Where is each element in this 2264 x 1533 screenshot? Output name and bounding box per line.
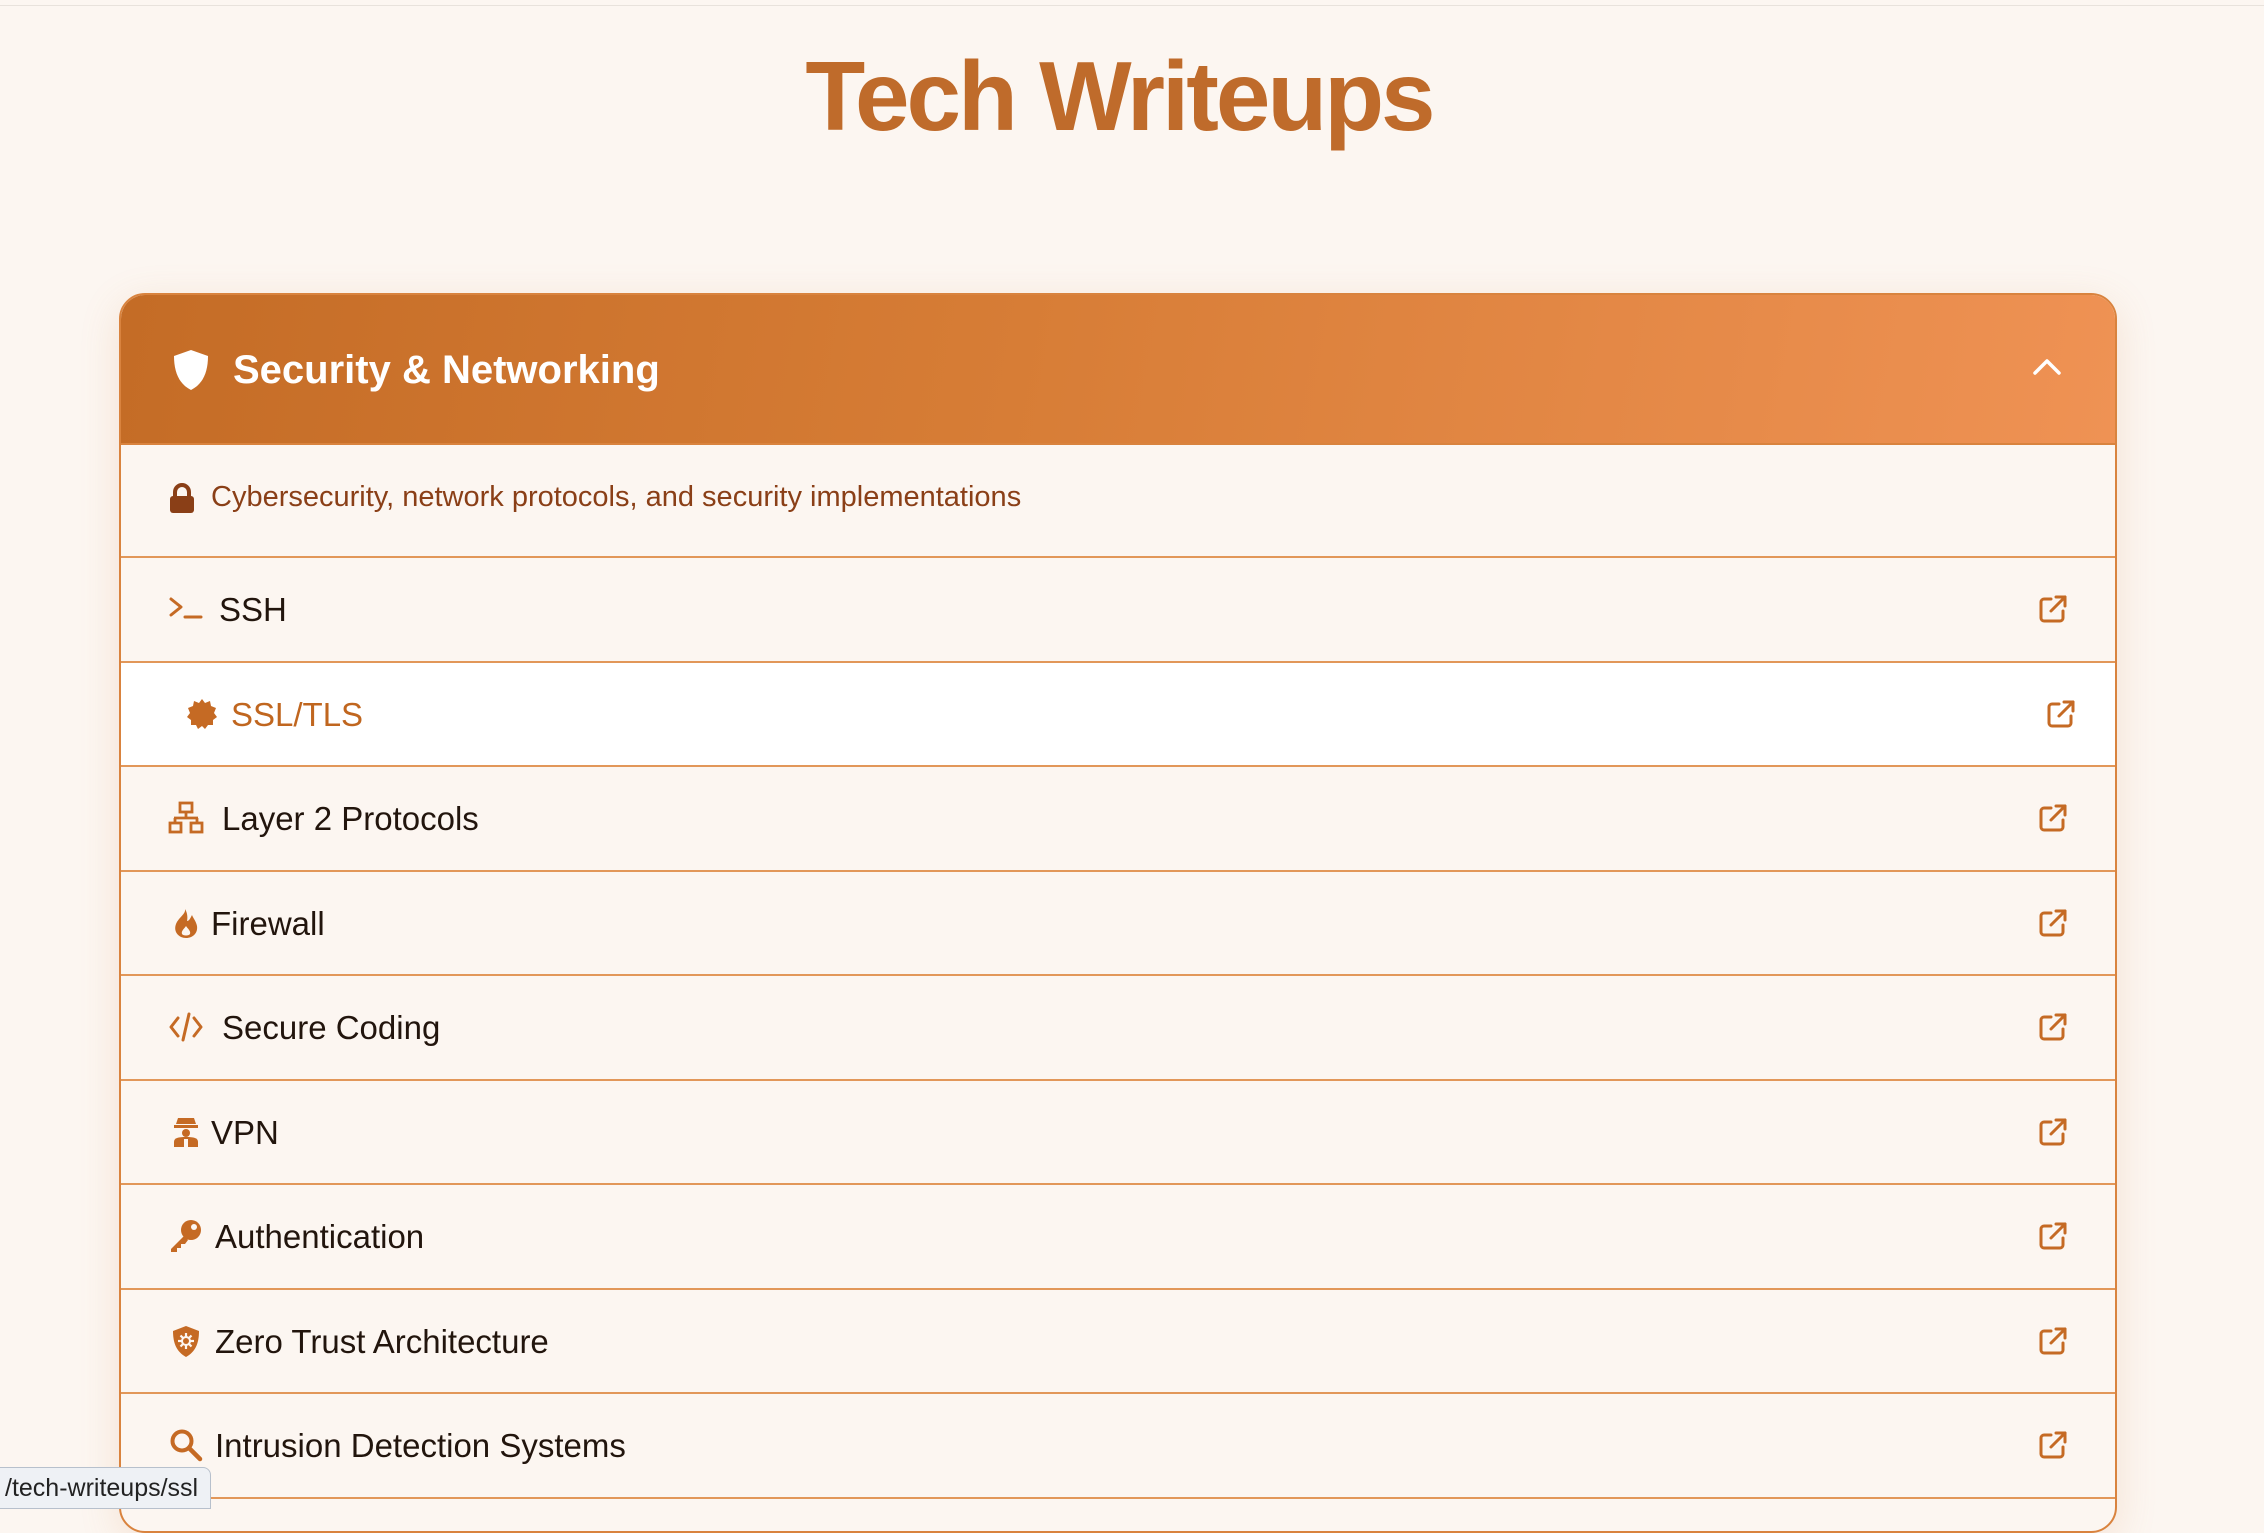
list-item-ssl-tls[interactable]: SSL/TLS xyxy=(121,662,2115,767)
lock-icon xyxy=(170,483,194,513)
list-item-secure-coding[interactable]: Secure Coding xyxy=(121,976,2115,1081)
section-header[interactable]: Security & Networking xyxy=(121,295,2115,445)
section-title: Security & Networking xyxy=(233,348,660,392)
search-icon xyxy=(170,1429,203,1462)
writeup-list: SSH SSL/TLS Layer 2 Protocols Firewall S… xyxy=(121,558,2115,1499)
item-label: SSH xyxy=(219,591,287,628)
item-label: Layer 2 Protocols xyxy=(222,800,479,837)
description-text: Cybersecurity, network protocols, and se… xyxy=(211,481,1022,513)
list-item-authentication[interactable]: Authentication xyxy=(121,1185,2115,1290)
external-link-icon[interactable] xyxy=(2037,593,2069,625)
list-item-ssh[interactable]: SSH xyxy=(121,558,2115,663)
terminal-icon xyxy=(169,597,203,619)
item-label: Intrusion Detection Systems xyxy=(215,1427,626,1464)
external-link-icon[interactable] xyxy=(2037,907,2069,939)
external-link-icon[interactable] xyxy=(2037,1220,2069,1252)
shield-icon xyxy=(174,350,208,390)
network-icon xyxy=(168,801,204,834)
fire-icon xyxy=(175,908,198,938)
code-icon xyxy=(169,1012,203,1042)
section-description: Cybersecurity, network protocols, and se… xyxy=(121,445,2115,558)
item-label: Zero Trust Architecture xyxy=(215,1322,549,1360)
shield-virus-icon xyxy=(173,1325,199,1357)
external-link-icon[interactable] xyxy=(2037,802,2069,834)
list-item-zero-trust-architecture[interactable]: Zero Trust Architecture xyxy=(121,1290,2115,1394)
external-link-icon[interactable] xyxy=(2037,1011,2069,1043)
external-link-icon[interactable] xyxy=(2037,1325,2069,1357)
item-label: Secure Coding xyxy=(222,1009,441,1046)
item-label: SSL/TLS xyxy=(231,695,364,733)
list-item-layer-2-protocols[interactable]: Layer 2 Protocols xyxy=(121,767,2115,872)
key-icon xyxy=(171,1220,201,1252)
external-link-icon[interactable] xyxy=(2045,698,2077,730)
list-item-intrusion-detection-systems[interactable]: Intrusion Detection Systems xyxy=(121,1394,2115,1499)
page-title: Tech Writeups xyxy=(805,41,1435,151)
section-card: Security & Networking Cybersecurity, net… xyxy=(119,293,2117,1533)
item-label: Firewall xyxy=(211,904,325,942)
item-label: VPN xyxy=(211,1113,279,1151)
certificate-icon xyxy=(187,698,217,729)
item-label: Authentication xyxy=(215,1218,425,1255)
top-divider xyxy=(0,5,2264,6)
list-item-vpn[interactable]: VPN xyxy=(121,1081,2115,1185)
vpn-icon xyxy=(174,1117,198,1147)
external-link-icon[interactable] xyxy=(2037,1116,2069,1148)
chevron-up-icon[interactable] xyxy=(2031,355,2063,379)
external-link-icon[interactable] xyxy=(2037,1429,2069,1461)
list-item-firewall[interactable]: Firewall xyxy=(121,872,2115,976)
status-bar-url: /tech-writeups/ssl xyxy=(0,1467,212,1509)
